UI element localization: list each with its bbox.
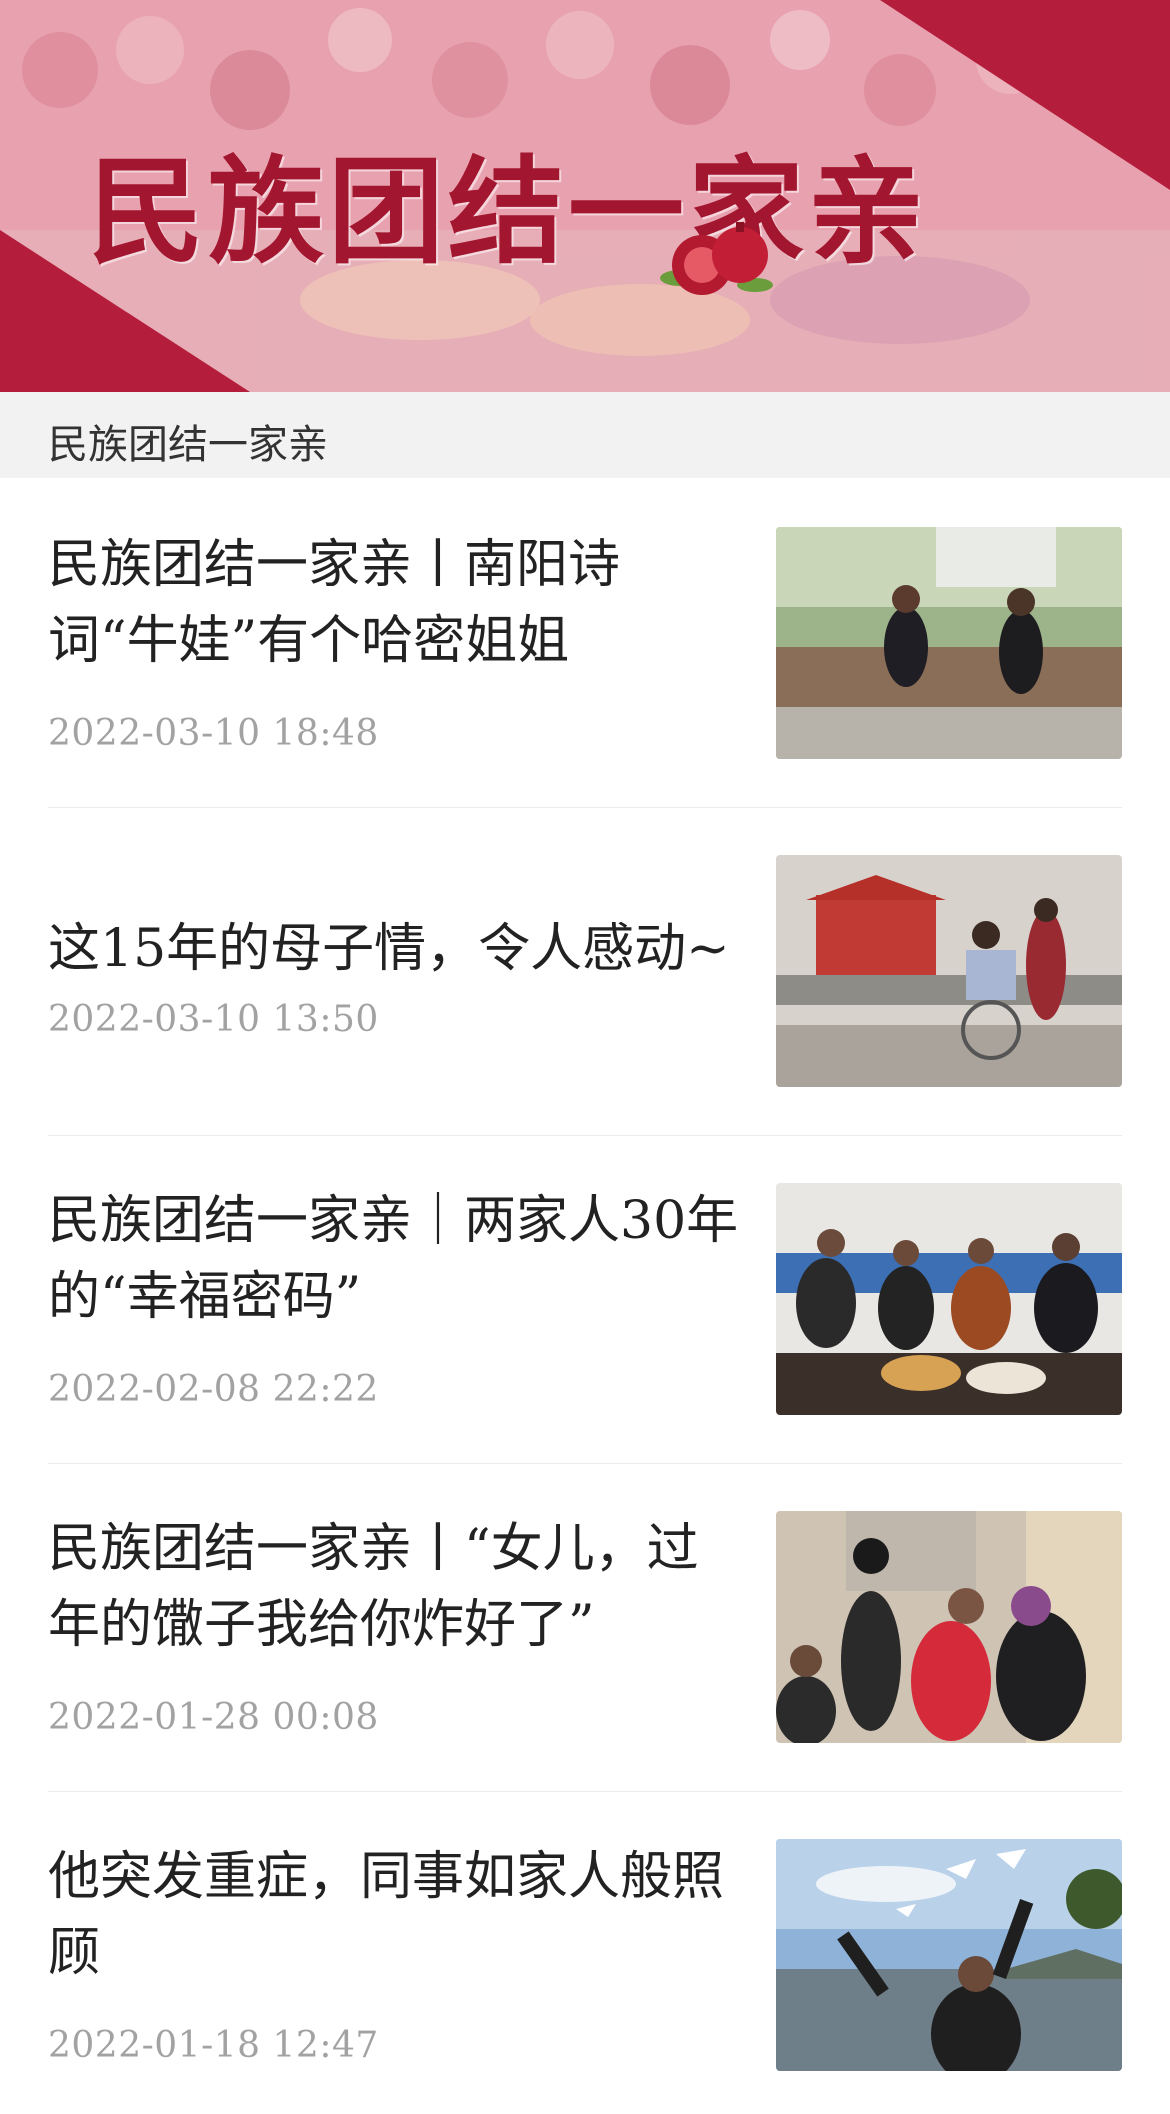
- article-text: 他突发重症，同事如家人般照顾 2022-01-18 12:47: [48, 1839, 748, 2071]
- article-list-item[interactable]: 这15年的母子情，令人感动~ 2022-03-10 13:50: [48, 855, 1122, 1087]
- article-date: 2022-02-08 22:22: [48, 1369, 379, 1410]
- article-text: 民族团结一家亲丨南阳诗词“牛娃”有个哈密姐姐 2022-03-10 18:48: [48, 527, 748, 759]
- photo-thumbnail-icon: [776, 1839, 1122, 2071]
- article-thumbnail: [776, 855, 1122, 1087]
- pomegranate-icon: [660, 222, 773, 295]
- article-thumbnail: [776, 1839, 1122, 2071]
- article-text: 民族团结一家亲｜两家人30年的“幸福密码” 2022-02-08 22:22: [48, 1183, 748, 1415]
- section-header: 民族团结一家亲: [0, 392, 1170, 478]
- divider: [48, 1463, 1122, 1464]
- article-date: 2022-01-18 12:47: [48, 2025, 379, 2066]
- article-thumbnail: [776, 527, 1122, 759]
- article-list-item[interactable]: 他突发重症，同事如家人般照顾 2022-01-18 12:47: [48, 1839, 1122, 2071]
- photo-thumbnail-icon: [776, 527, 1122, 759]
- article-headline: 这15年的母子情，令人感动~: [48, 919, 730, 979]
- divider: [48, 807, 1122, 808]
- photo-thumbnail-icon: [776, 1183, 1122, 1415]
- article-text: 这15年的母子情，令人感动~ 2022-03-10 13:50: [48, 855, 748, 1087]
- article-date: 2022-01-28 00:08: [48, 1697, 379, 1738]
- article-headline: 民族团结一家亲丨南阳诗词“牛娃”有个哈密姐姐: [48, 535, 621, 671]
- article-list-item[interactable]: 民族团结一家亲丨南阳诗词“牛娃”有个哈密姐姐 2022-03-10 18:48: [48, 527, 1122, 759]
- photo-thumbnail-icon: [776, 1511, 1122, 1743]
- article-headline: 民族团结一家亲丨“女儿，过年的馓子我给你炸好了”: [48, 1519, 699, 1655]
- article-headline: 民族团结一家亲｜两家人30年的“幸福密码”: [48, 1191, 739, 1327]
- section-title: 民族团结一家亲: [48, 422, 328, 468]
- banner[interactable]: 民族团结一家亲: [0, 0, 1170, 392]
- article-text: 民族团结一家亲丨“女儿，过年的馓子我给你炸好了” 2022-01-28 00:0…: [48, 1511, 748, 1743]
- article-list-item[interactable]: 民族团结一家亲丨“女儿，过年的馓子我给你炸好了” 2022-01-28 00:0…: [48, 1511, 1122, 1743]
- banner-title: 民族团结一家亲: [88, 144, 928, 280]
- article-list-item[interactable]: 民族团结一家亲｜两家人30年的“幸福密码” 2022-02-08 22:22: [48, 1183, 1122, 1415]
- divider: [48, 1135, 1122, 1136]
- divider: [48, 1791, 1122, 1792]
- article-thumbnail: [776, 1183, 1122, 1415]
- article-date: 2022-03-10 13:50: [48, 999, 379, 1040]
- photo-thumbnail-icon: [776, 855, 1122, 1087]
- article-thumbnail: [776, 1511, 1122, 1743]
- article-date: 2022-03-10 18:48: [48, 713, 379, 754]
- article-headline: 他突发重症，同事如家人般照顾: [48, 1847, 725, 1983]
